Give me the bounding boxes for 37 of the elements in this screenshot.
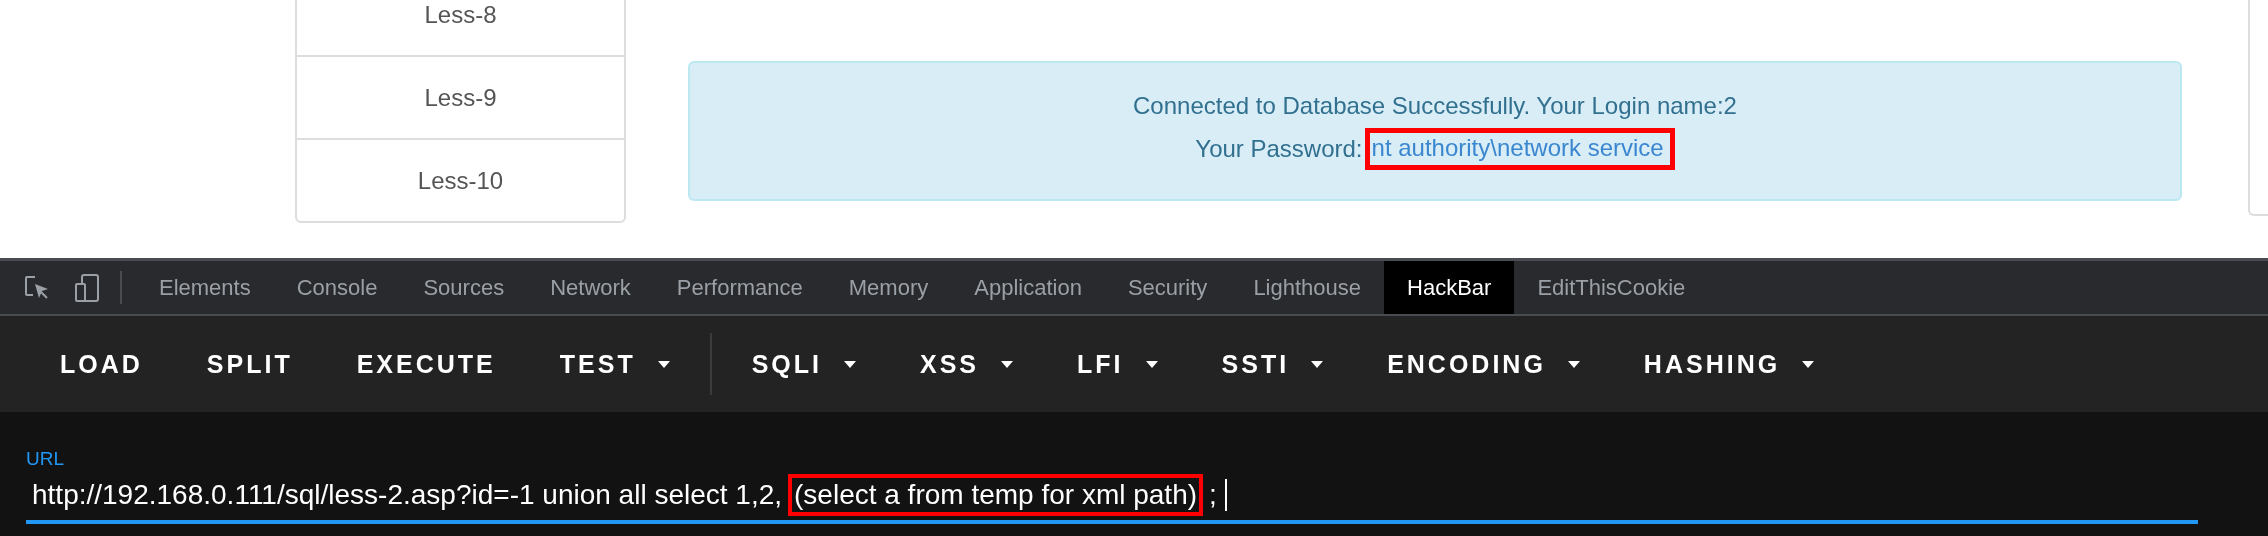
dropdown-caret-icon [1001, 360, 1014, 368]
lesson-item[interactable]: Less-9 [297, 55, 624, 138]
devtools-tab[interactable]: Console [273, 261, 401, 314]
hackbar-button[interactable]: LOAD [28, 334, 175, 394]
devtools-tab[interactable]: Memory [825, 261, 952, 314]
devtools-tab[interactable]: Lighthouse [1230, 261, 1385, 314]
hackbar-button[interactable]: XSS [888, 334, 1046, 394]
devtools-tab[interactable]: Performance [653, 261, 826, 314]
dropdown-caret-icon [1567, 360, 1580, 368]
dropdown-caret-icon [657, 360, 670, 368]
hackbar-button[interactable]: SSTI [1189, 334, 1356, 394]
dropdown-caret-icon [844, 360, 856, 368]
hackbar-button[interactable]: SQLI [719, 334, 888, 394]
hackbar-button[interactable]: EXECUTE [324, 334, 528, 394]
lesson-item[interactable]: Less-10 [297, 138, 624, 221]
text-cursor [1224, 479, 1227, 511]
dropdown-caret-icon [1802, 360, 1815, 368]
password-label: Your Password: [1195, 135, 1363, 163]
hackbar-button[interactable]: HASHING [1611, 334, 1847, 394]
password-value: nt authority\network service [1364, 128, 1675, 170]
devtools-tab[interactable]: Network [527, 261, 654, 314]
dropdown-caret-icon [1311, 360, 1324, 368]
devtools-tab[interactable]: Elements [136, 261, 274, 314]
devtools-tab[interactable]: Sources [400, 261, 528, 314]
hackbar-button[interactable]: ENCODING [1355, 334, 1612, 394]
devtools-tab[interactable]: HackBar [1384, 261, 1515, 314]
devtools-tab[interactable]: EditThisCookie [1514, 261, 1709, 314]
hackbar-button[interactable]: TEST [527, 334, 702, 394]
alert-text: Connected to Database Successfully. Your Login name:2 [1133, 92, 1737, 120]
hackbar-button[interactable]: SPLIT [174, 334, 325, 394]
hackbar-button[interactable]: LFI [1045, 334, 1190, 394]
devtools-tab[interactable]: Application [951, 261, 1105, 314]
lesson-item[interactable]: Less-8 [297, 0, 624, 55]
url-field[interactable]: http://192.168.0.111/sql/less-2.asp?id=-1 union all select 1,2, (select a from temp for xml path) ; [26, 474, 2198, 524]
dropdown-caret-icon [1145, 360, 1158, 368]
url-label: URL [26, 448, 64, 470]
devtools-tab[interactable]: Security [1104, 261, 1231, 314]
